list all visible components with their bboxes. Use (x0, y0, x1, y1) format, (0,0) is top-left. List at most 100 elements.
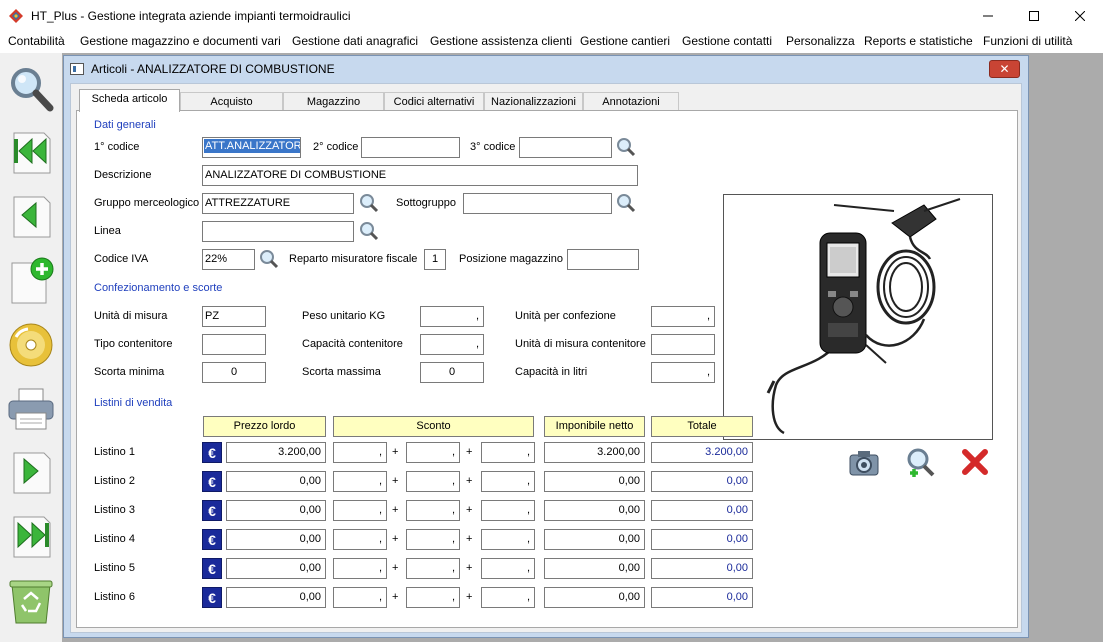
delete-record-button[interactable] (6, 575, 56, 627)
total-price-field[interactable]: 0,00 (651, 500, 753, 521)
currency-button[interactable]: € (202, 529, 222, 550)
total-price-field[interactable]: 0,00 (651, 587, 753, 608)
discount1-field[interactable]: , (333, 500, 387, 521)
menu-cantieri[interactable]: Gestione cantieri (580, 34, 670, 48)
gross-price-field[interactable]: 0,00 (226, 471, 326, 492)
maximize-button[interactable] (1011, 0, 1057, 32)
total-price-field[interactable]: 0,00 (651, 529, 753, 550)
menu-contabilita[interactable]: Contabilità (8, 34, 65, 48)
gross-price-field[interactable]: 0,00 (226, 587, 326, 608)
tab-magazzino[interactable]: Magazzino (283, 92, 384, 111)
discount3-field[interactable]: , (481, 529, 535, 550)
code3-search-button[interactable] (615, 135, 637, 159)
currency-button[interactable]: € (202, 471, 222, 492)
code3-field[interactable] (519, 137, 612, 158)
minimize-button[interactable] (965, 0, 1011, 32)
discount1-field[interactable]: , (333, 471, 387, 492)
discount3-field[interactable]: , (481, 500, 535, 521)
gross-price-field[interactable]: 0,00 (226, 500, 326, 521)
gross-price-field[interactable]: 0,00 (226, 558, 326, 579)
zoom-image-button[interactable] (903, 445, 937, 479)
discount2-field[interactable]: , (406, 500, 460, 521)
net-price-field[interactable]: 0,00 (544, 500, 645, 521)
liters-field[interactable]: , (651, 362, 715, 383)
vat-field[interactable]: 22% (202, 249, 255, 270)
net-price-field[interactable]: 0,00 (544, 587, 645, 608)
currency-button[interactable]: € (202, 587, 222, 608)
price-row-label: Listino 3 (94, 504, 135, 516)
total-price-field[interactable]: 0,00 (651, 558, 753, 579)
department-field[interactable]: 1 (424, 249, 446, 270)
print-button[interactable] (6, 383, 56, 435)
currency-button[interactable]: € (202, 442, 222, 463)
article-close-button[interactable]: ✕ (989, 60, 1020, 78)
delete-image-button[interactable] (958, 445, 992, 479)
subgroup-field[interactable] (463, 193, 612, 214)
camera-button[interactable] (847, 445, 881, 479)
search-button[interactable] (6, 63, 56, 115)
gross-price-field[interactable]: 3.200,00 (226, 442, 326, 463)
currency-button[interactable]: € (202, 500, 222, 521)
tab-nazionalizzazioni[interactable]: Nazionalizzazioni (484, 92, 583, 111)
total-price-field[interactable]: 3.200,00 (651, 442, 753, 463)
net-price-field[interactable]: 3.200,00 (544, 442, 645, 463)
menu-utilita[interactable]: Funzioni di utilità (983, 34, 1072, 48)
discount2-field[interactable]: , (406, 587, 460, 608)
first-record-button[interactable] (6, 127, 56, 179)
group-field[interactable]: ATTREZZATURE (202, 193, 354, 214)
discount3-field[interactable]: , (481, 587, 535, 608)
container-type-field[interactable] (202, 334, 266, 355)
previous-record-button[interactable] (6, 191, 56, 243)
discount2-field[interactable]: , (406, 442, 460, 463)
menu-reports[interactable]: Reports e statistiche (864, 34, 973, 48)
container-type-label: Tipo contenitore (94, 338, 173, 350)
menu-assistenza[interactable]: Gestione assistenza clienti (430, 34, 572, 48)
menu-magazzino[interactable]: Gestione magazzino e documenti vari (80, 34, 281, 48)
total-price-field[interactable]: 0,00 (651, 471, 753, 492)
unit-field[interactable]: PZ (202, 306, 266, 327)
vat-search-button[interactable] (258, 247, 280, 271)
menu-personalizza[interactable]: Personalizza (786, 34, 855, 48)
container-unit-field[interactable] (651, 334, 715, 355)
weight-field[interactable]: , (420, 306, 484, 327)
net-price-field[interactable]: 0,00 (544, 471, 645, 492)
description-field[interactable]: ANALIZZATORE DI COMBUSTIONE (202, 165, 638, 186)
discount1-field[interactable]: , (333, 442, 387, 463)
tab-annotazioni[interactable]: Annotazioni (583, 92, 679, 111)
net-price-field[interactable]: 0,00 (544, 529, 645, 550)
last-record-button[interactable] (6, 511, 56, 563)
group-search-button[interactable] (358, 191, 380, 215)
discount2-field[interactable]: , (406, 471, 460, 492)
min-stock-field[interactable]: 0 (202, 362, 266, 383)
code2-field[interactable] (361, 137, 460, 158)
next-record-button[interactable] (6, 447, 56, 499)
discount3-field[interactable]: , (481, 558, 535, 579)
new-record-button[interactable] (6, 255, 56, 307)
tab-codici-alternativi[interactable]: Codici alternativi (384, 92, 484, 111)
tab-scheda-articolo[interactable]: Scheda articolo (79, 89, 180, 112)
menu-contatti[interactable]: Gestione contatti (682, 34, 772, 48)
close-button[interactable] (1057, 0, 1103, 32)
container-capacity-field[interactable]: , (420, 334, 484, 355)
tab-acquisto[interactable]: Acquisto (180, 92, 283, 111)
discount1-field[interactable]: , (333, 558, 387, 579)
code1-field[interactable]: ATT.ANALIZZATORE (202, 137, 301, 158)
discount1-field[interactable]: , (333, 587, 387, 608)
gross-price-field[interactable]: 0,00 (226, 529, 326, 550)
net-price-field[interactable]: 0,00 (544, 558, 645, 579)
line-search-button[interactable] (358, 219, 380, 243)
max-stock-field[interactable]: 0 (420, 362, 484, 383)
discount2-field[interactable]: , (406, 529, 460, 550)
save-button[interactable] (6, 319, 56, 371)
line-field[interactable] (202, 221, 354, 242)
subgroup-search-button[interactable] (615, 191, 637, 215)
currency-button[interactable]: € (202, 558, 222, 579)
position-field[interactable] (567, 249, 639, 270)
previous-record-icon (13, 196, 51, 238)
discount2-field[interactable]: , (406, 558, 460, 579)
discount1-field[interactable]: , (333, 529, 387, 550)
per-pack-field[interactable]: , (651, 306, 715, 327)
discount3-field[interactable]: , (481, 442, 535, 463)
discount3-field[interactable]: , (481, 471, 535, 492)
menu-anagrafici[interactable]: Gestione dati anagrafici (292, 34, 418, 48)
